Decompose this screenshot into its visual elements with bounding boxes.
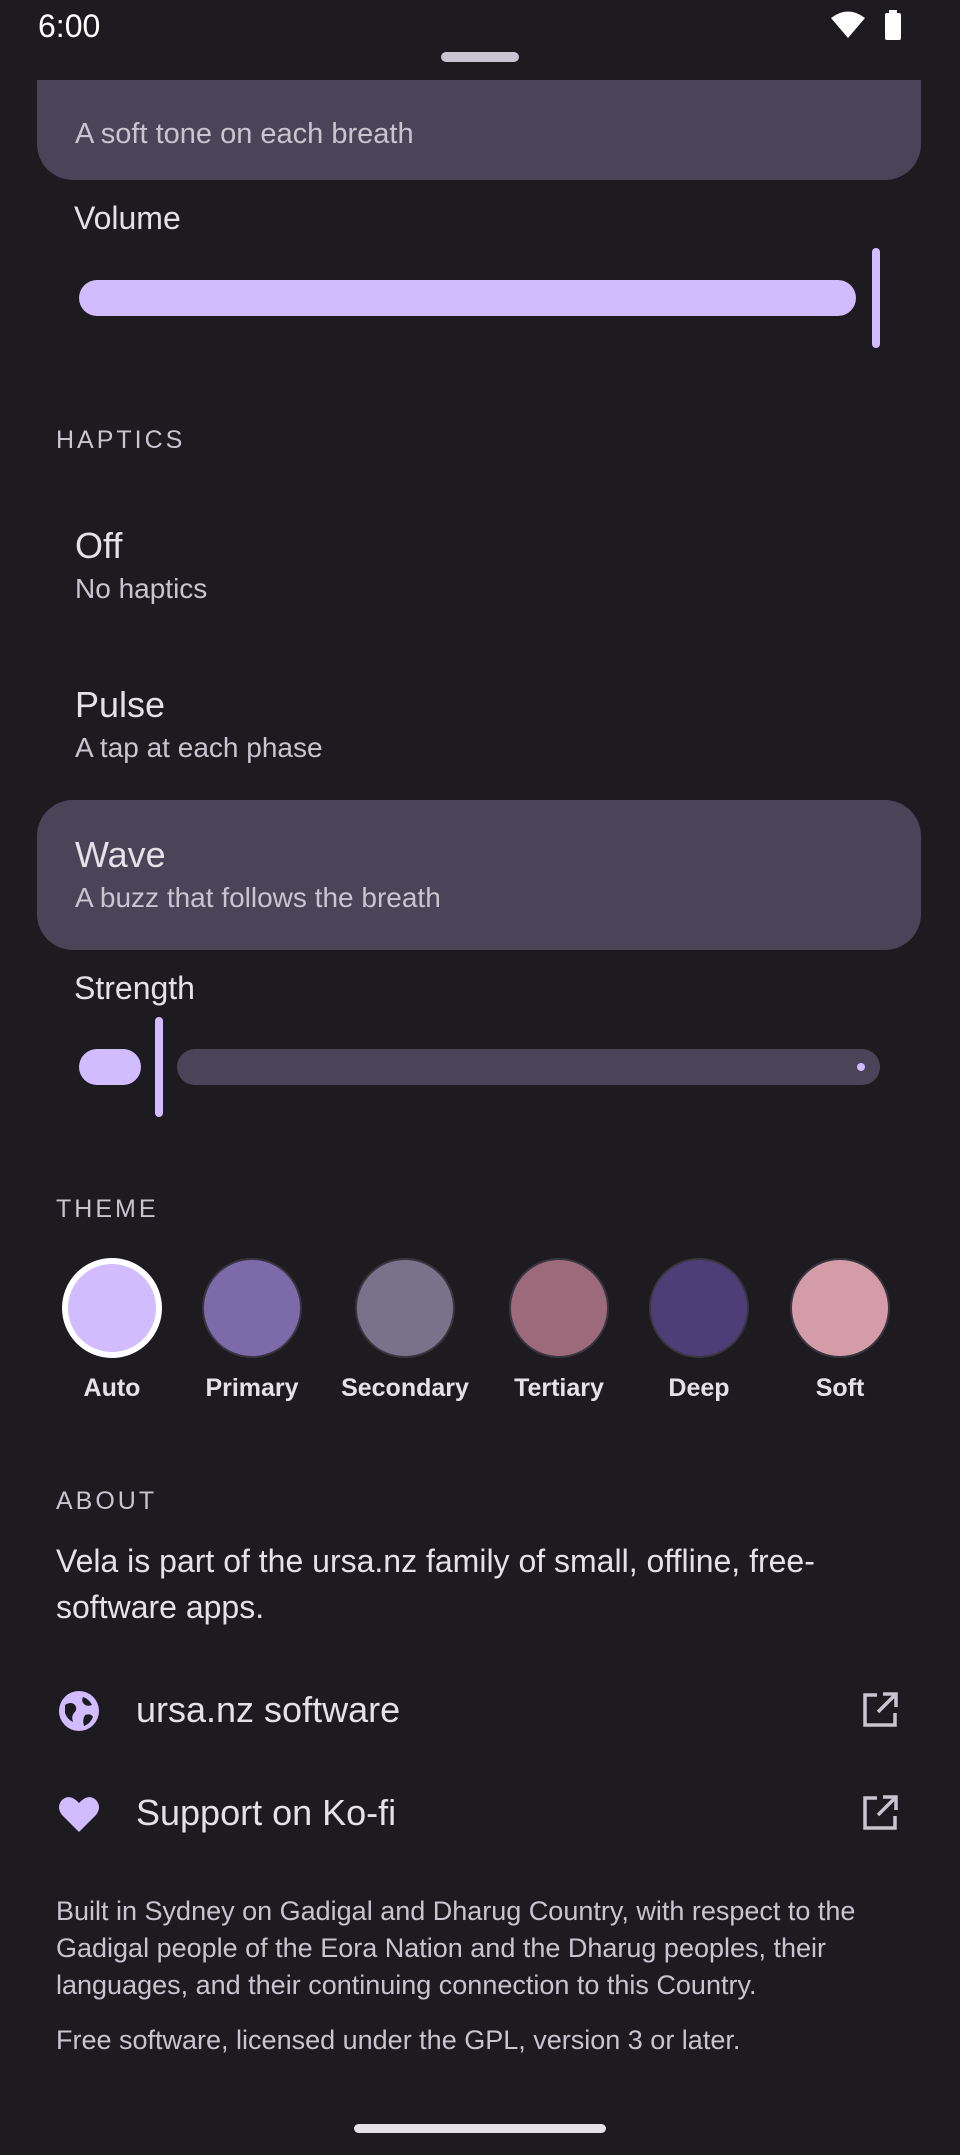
haptics-option-desc: A tap at each phase <box>75 732 323 763</box>
globe-icon <box>59 1691 99 1731</box>
theme-color-dot <box>355 1258 455 1358</box>
theme-swatch-label: Primary <box>205 1374 299 1402</box>
haptics-option-title: Wave <box>75 834 166 875</box>
about-description: Vela is part of the ursa.nz family of sm… <box>56 1543 815 1625</box>
haptics-option-title: Off <box>75 525 123 566</box>
gesture-nav-bar[interactable] <box>354 2124 606 2133</box>
settings-sheet: 6:00 A soft tone on each breath Volume H… <box>0 0 960 2155</box>
status-bar: 6:00 <box>0 0 960 56</box>
strength-slider-stop-indicator <box>857 1063 865 1071</box>
theme-swatch-tertiary[interactable]: Tertiary <box>482 1255 636 1403</box>
theme-color-dot <box>649 1258 749 1358</box>
sound-option-card[interactable]: A soft tone on each breath <box>37 80 921 180</box>
battery-icon <box>885 10 901 40</box>
theme-header: THEME <box>56 1195 159 1223</box>
strength-slider-active-track <box>79 1049 141 1085</box>
ursa-software-link[interactable]: ursa.nz software <box>37 1663 921 1759</box>
link-label: Support on Ko-fi <box>136 1792 397 1833</box>
wifi-icon <box>831 11 865 38</box>
volume-slider-handle[interactable] <box>872 248 880 348</box>
theme-swatch-deep[interactable]: Deep <box>622 1255 776 1403</box>
theme-swatch-secondary[interactable]: Secondary <box>328 1255 482 1403</box>
about-header: ABOUT <box>56 1487 158 1515</box>
theme-swatch-auto[interactable]: Auto <box>35 1255 189 1403</box>
haptics-option-desc: No haptics <box>75 573 208 604</box>
status-time: 6:00 <box>38 8 101 44</box>
license-text: Free software, licensed under the GPL, v… <box>56 2025 741 2055</box>
theme-swatch-label: Deep <box>668 1374 730 1402</box>
volume-slider-active-track <box>79 280 856 316</box>
sheet-drag-handle[interactable] <box>441 52 519 62</box>
theme-swatch-label: Secondary <box>341 1374 469 1402</box>
open-in-new-icon <box>863 1692 898 1727</box>
acknowledgement-text: Built in Sydney on Gadigal and Dharug Co… <box>56 1896 856 2000</box>
theme-swatch-label: Tertiary <box>514 1374 604 1402</box>
strength-slider-inactive-track <box>177 1049 880 1085</box>
haptics-header: HAPTICS <box>56 426 186 454</box>
theme-swatch-primary[interactable]: Primary <box>175 1255 329 1403</box>
theme-color-dot <box>202 1258 302 1358</box>
haptics-option-wave[interactable]: Wave A buzz that follows the breath <box>37 800 921 950</box>
theme-swatch-soft[interactable]: Soft <box>763 1255 917 1403</box>
heart-icon <box>59 1797 99 1832</box>
strength-label: Strength <box>74 970 195 1006</box>
theme-color-dot <box>509 1258 609 1358</box>
theme-color-dot <box>790 1258 890 1358</box>
theme-color-dot <box>62 1258 162 1358</box>
strength-slider-handle[interactable] <box>155 1017 163 1117</box>
open-in-new-icon <box>863 1795 898 1830</box>
haptics-option-pulse[interactable]: Pulse A tap at each phase <box>37 650 921 800</box>
volume-label: Volume <box>74 200 181 236</box>
haptics-option-title: Pulse <box>75 684 166 725</box>
kofi-support-link[interactable]: Support on Ko-fi <box>37 1766 921 1862</box>
haptics-option-off[interactable]: Off No haptics <box>37 491 921 641</box>
theme-swatch-label: Soft <box>815 1374 865 1402</box>
theme-swatch-label: Auto <box>83 1374 141 1402</box>
theme-picker: Auto Primary Secondary Tertiary Deep Sof… <box>56 1255 906 1415</box>
haptics-option-desc: A buzz that follows the breath <box>75 882 441 913</box>
link-label: ursa.nz software <box>136 1689 401 1730</box>
sound-option-desc: A soft tone on each breath <box>75 118 414 150</box>
